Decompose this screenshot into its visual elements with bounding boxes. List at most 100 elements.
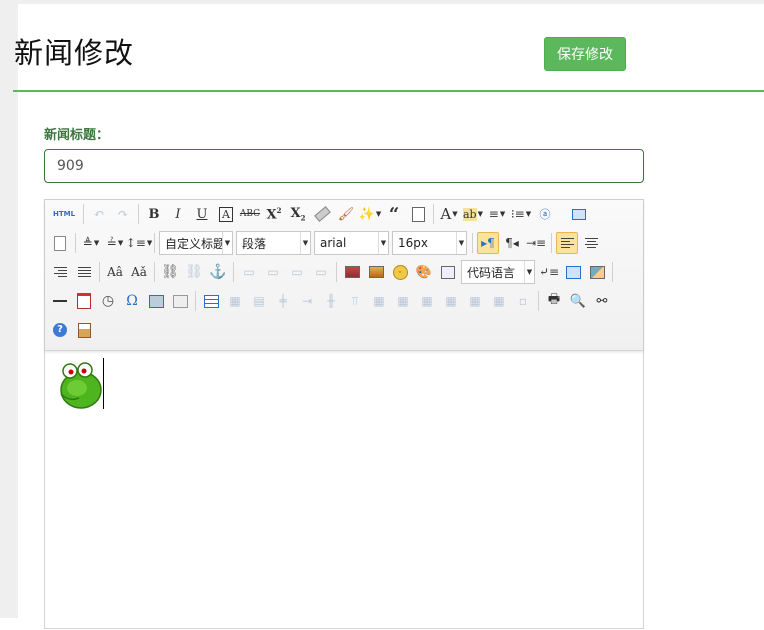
- unordered-list-button[interactable]: ⁝≡ ▼: [510, 203, 532, 225]
- font-family-select[interactable]: arial ▼: [314, 231, 389, 255]
- font-border-icon: A: [219, 206, 233, 222]
- news-title-input[interactable]: [44, 149, 644, 183]
- image-left-button[interactable]: ▭: [262, 261, 284, 283]
- merge-down-button[interactable]: ▦: [416, 290, 438, 312]
- justify-full-button[interactable]: [73, 261, 95, 283]
- subscript-button[interactable]: X2: [287, 203, 309, 225]
- strikethrough-button[interactable]: ABC: [239, 203, 261, 225]
- split-cells-button[interactable]: ▦: [440, 290, 462, 312]
- format-match-button[interactable]: [311, 203, 333, 225]
- emotion-button[interactable]: ᵕ: [389, 261, 411, 283]
- toolbar-row-3: Aâ Aǎ ⛓ ⛓ ⚓ ▭ ▭ ▭ ▭ ᵕ 🎨 代码语言 ▼ ⤶≡: [49, 259, 617, 285]
- anchor-button[interactable]: ⚓: [207, 261, 229, 283]
- touppercase-button[interactable]: Aâ: [104, 261, 126, 283]
- tolowercase-button[interactable]: Aǎ: [128, 261, 150, 283]
- insert-time-button[interactable]: ◷: [97, 290, 119, 312]
- find-button[interactable]: ⚯: [591, 290, 613, 312]
- align-right-icon: [53, 267, 67, 277]
- delete-table-button[interactable]: ▦: [224, 290, 246, 312]
- insert-caption-button[interactable]: ▤: [248, 290, 270, 312]
- delete-row-button[interactable]: ⇥: [296, 290, 318, 312]
- redo-button[interactable]: ↷: [112, 203, 134, 225]
- italic-button[interactable]: I: [167, 203, 189, 225]
- justify-right-button[interactable]: [49, 261, 71, 283]
- chevron-down-icon: ▼: [452, 210, 458, 218]
- code-language-value: 代码语言: [467, 265, 516, 280]
- justify-left-button[interactable]: [556, 232, 578, 254]
- font-border-button[interactable]: A: [215, 203, 237, 225]
- format-painter-button[interactable]: 🖌: [335, 203, 357, 225]
- bold-button[interactable]: B: [143, 203, 165, 225]
- paragraph-select[interactable]: 段落 ▼: [236, 231, 311, 255]
- chevron-down-icon: ▼: [117, 239, 124, 247]
- special-chars-button[interactable]: Ω: [121, 290, 143, 312]
- image-right-button[interactable]: ▭: [286, 261, 308, 283]
- merge-right-button[interactable]: ▦: [392, 290, 414, 312]
- insert-video-button[interactable]: [437, 261, 459, 283]
- charts-button[interactable]: ▫: [512, 290, 534, 312]
- insert-col-button[interactable]: ╫: [320, 290, 342, 312]
- split-rows-button[interactable]: ▦: [464, 290, 486, 312]
- row-spacing-bottom-button[interactable]: ≟ ▼: [104, 232, 126, 254]
- rtl-icon: ¶◂: [505, 236, 519, 250]
- template-button[interactable]: [562, 261, 584, 283]
- insert-image-button[interactable]: [365, 261, 387, 283]
- select-all-button[interactable]: ⓐ: [534, 203, 556, 225]
- background-button[interactable]: [586, 261, 608, 283]
- insert-table-button[interactable]: [200, 290, 222, 312]
- justify-center-button[interactable]: [580, 232, 602, 254]
- save-button[interactable]: 保存修改: [544, 37, 626, 71]
- direction-ltr-button[interactable]: ▸¶: [477, 232, 499, 254]
- rich-text-editor: HTML ↶ ↷ B I U A ABC X2 X2 🖌 ✨ ▼ “ A ▼ ab ▼…: [44, 199, 644, 629]
- direction-rtl-button[interactable]: ¶◂: [501, 232, 523, 254]
- palette-icon: 🎨: [415, 264, 433, 280]
- insert-row-button[interactable]: ╪: [272, 290, 294, 312]
- line-height-button[interactable]: ↕≡ ▼: [125, 232, 153, 254]
- link-button[interactable]: ⛓: [159, 261, 181, 283]
- help-button[interactable]: ?: [49, 319, 71, 341]
- line-height-icon: ↕≡: [125, 236, 146, 250]
- undo-button[interactable]: ↶: [88, 203, 110, 225]
- print-button[interactable]: 🖶: [543, 290, 565, 312]
- anchor-icon: ⚓: [209, 264, 227, 280]
- search-replace-button[interactable]: [145, 290, 167, 312]
- video-icon: [441, 265, 455, 279]
- indent-button[interactable]: ⇥≡: [525, 232, 547, 254]
- horizontal-rule-button[interactable]: [49, 290, 71, 312]
- row-spacing-top-icon: ≜: [82, 236, 93, 250]
- simple-upload-button[interactable]: [341, 261, 363, 283]
- forecolor-button[interactable]: A ▼: [438, 203, 460, 225]
- delete-col-button[interactable]: ⫪: [344, 290, 366, 312]
- superscript-button[interactable]: X2: [263, 203, 285, 225]
- blockquote-button[interactable]: “: [383, 203, 405, 225]
- ordered-list-button[interactable]: ≡ ▼: [486, 203, 508, 225]
- preview-search-button[interactable]: 🔍: [567, 290, 589, 312]
- clear-document-button[interactable]: [49, 232, 71, 254]
- quote-icon: “: [388, 203, 400, 225]
- image-none-button[interactable]: ▭: [238, 261, 260, 283]
- scrawl-button[interactable]: 🎨: [413, 261, 435, 283]
- custom-title-value: 自定义标题: [165, 236, 222, 251]
- pagebreak-button[interactable]: ⤶≡: [538, 261, 560, 283]
- editor-content-area[interactable]: [45, 350, 643, 630]
- font-size-select[interactable]: 16px ▼: [392, 231, 467, 255]
- draft-button[interactable]: [73, 319, 95, 341]
- auto-typeset-button[interactable]: ✨ ▼: [359, 203, 382, 225]
- wordimage-button[interactable]: [169, 290, 191, 312]
- bold-icon: B: [148, 206, 160, 222]
- unordered-list-icon: ⁝≡: [510, 207, 525, 221]
- row-spacing-top-button[interactable]: ≜ ▼: [80, 232, 102, 254]
- insert-date-button[interactable]: [73, 290, 95, 312]
- image-center-button[interactable]: ▭: [310, 261, 332, 283]
- custom-title-select[interactable]: 自定义标题 ▼: [159, 231, 233, 255]
- backcolor-button[interactable]: ab ▼: [462, 203, 484, 225]
- split-cols-button[interactable]: ▦: [488, 290, 510, 312]
- code-language-select[interactable]: 代码语言 ▼: [461, 260, 535, 284]
- preview-button[interactable]: [568, 203, 590, 225]
- source-html-button[interactable]: HTML: [49, 203, 79, 225]
- chevron-down-icon: ▼: [499, 210, 506, 218]
- merge-cells-button[interactable]: ▦: [368, 290, 390, 312]
- paste-plain-button[interactable]: [407, 203, 429, 225]
- unlink-button[interactable]: ⛓: [183, 261, 205, 283]
- underline-button[interactable]: U: [191, 203, 213, 225]
